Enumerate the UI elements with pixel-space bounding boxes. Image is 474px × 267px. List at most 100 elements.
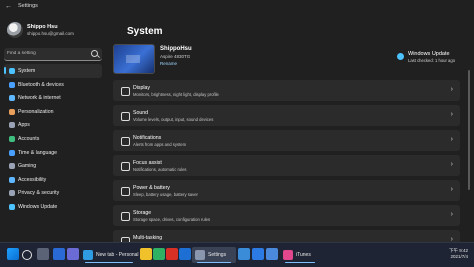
settings-cards: Display Monitors, brightness, night light… bbox=[113, 80, 460, 255]
scrollbar[interactable] bbox=[468, 70, 470, 190]
running-indicator bbox=[85, 261, 133, 263]
sidebar-item-label: Accounts bbox=[18, 135, 40, 142]
sidebar-item-time-language[interactable]: Time & language bbox=[4, 146, 102, 160]
taskbar-item-itunes[interactable]: iTunes bbox=[280, 247, 320, 263]
sidebar-item-accessibility[interactable]: Accessibility bbox=[4, 173, 102, 187]
taskbar-item-label: New tab - Personal - bbox=[96, 252, 142, 258]
sidebar-item-label: Accessibility bbox=[18, 176, 47, 183]
chevron-right-icon: › bbox=[450, 86, 453, 93]
sidebar-item-apps[interactable]: Apps bbox=[4, 118, 102, 132]
rename-link[interactable]: Rename bbox=[160, 61, 177, 66]
title-bar: ← Settings bbox=[0, 0, 474, 14]
itunes-icon bbox=[283, 250, 293, 260]
moon-icon bbox=[121, 162, 130, 171]
shield-icon bbox=[9, 190, 15, 197]
network-icon bbox=[9, 95, 15, 102]
store-icon[interactable] bbox=[179, 248, 191, 260]
main-content: System ShippoHsu Aspire 4830TG Rename Wi… bbox=[110, 14, 474, 251]
search-icon[interactable] bbox=[22, 250, 32, 260]
sidebar-item-label: Privacy & security bbox=[18, 190, 60, 197]
update-status: Last checked: 1 hour ago bbox=[408, 58, 456, 63]
card-title: Focus assist bbox=[133, 160, 162, 166]
chevron-right-icon: › bbox=[450, 136, 453, 143]
app-icon[interactable] bbox=[252, 248, 264, 260]
bell-icon bbox=[121, 137, 130, 146]
running-indicator bbox=[285, 261, 315, 263]
sidebar-item-label: Apps bbox=[18, 122, 30, 129]
settings-card-notifications[interactable]: Notifications Alerts from apps and system… bbox=[113, 130, 460, 151]
settings-card-power-battery[interactable]: Power & battery Sleep, battery usage, bat… bbox=[113, 180, 460, 201]
taskbar-item-settings[interactable]: Settings bbox=[192, 247, 236, 263]
card-subtitle: Storage space, drives, configuration rul… bbox=[133, 217, 211, 222]
card-subtitle: Monitors, brightness, night light, displ… bbox=[133, 92, 219, 97]
search-icon[interactable] bbox=[91, 50, 98, 57]
search-input[interactable] bbox=[7, 49, 87, 58]
sidebar-item-label: Personalization bbox=[18, 108, 54, 115]
card-title: Notifications bbox=[133, 135, 162, 141]
windows-update-link[interactable]: Windows Update bbox=[408, 51, 450, 57]
brush-icon bbox=[9, 108, 15, 115]
update-icon bbox=[397, 53, 404, 60]
chevron-right-icon: › bbox=[450, 186, 453, 193]
person-icon bbox=[9, 135, 15, 142]
photos-icon[interactable] bbox=[238, 248, 250, 260]
start-icon[interactable] bbox=[7, 248, 19, 260]
chrome-icon[interactable] bbox=[166, 248, 178, 260]
app-title: Settings bbox=[18, 3, 38, 9]
task-view-icon[interactable] bbox=[37, 248, 49, 260]
chat-icon[interactable] bbox=[67, 248, 79, 260]
taskbar-item-label: Settings bbox=[208, 252, 227, 258]
device-thumbnail bbox=[113, 44, 155, 74]
sidebar-item-windows-update[interactable]: Windows Update bbox=[4, 200, 102, 214]
controller-icon bbox=[9, 163, 15, 170]
search-box[interactable] bbox=[4, 48, 102, 61]
settings-window: ← Settings Shippo Hsu shippo.hsu@gmail.c… bbox=[0, 0, 474, 251]
update-icon bbox=[9, 203, 15, 210]
accessibility-icon bbox=[9, 176, 15, 183]
mail-icon[interactable] bbox=[266, 248, 278, 260]
display-icon bbox=[121, 87, 130, 96]
excel-icon[interactable] bbox=[153, 248, 165, 260]
sidebar-item-bluetooth-devices[interactable]: Bluetooth & devices bbox=[4, 78, 102, 92]
back-button[interactable]: ← bbox=[5, 3, 12, 10]
profile-email: shippo.hsu@gmail.com bbox=[27, 31, 74, 36]
settings-card-storage[interactable]: Storage Storage space, drives, configurat… bbox=[113, 205, 460, 226]
card-subtitle: Alerts from apps and system bbox=[133, 142, 187, 147]
settings-card-display[interactable]: Display Monitors, brightness, night light… bbox=[113, 80, 460, 101]
avatar bbox=[7, 22, 23, 38]
sidebar-item-gaming[interactable]: Gaming bbox=[4, 159, 102, 173]
sidebar-item-personalization[interactable]: Personalization bbox=[4, 105, 102, 119]
device-model: Aspire 4830TG bbox=[160, 54, 191, 59]
taskbar-item-label: iTunes bbox=[296, 252, 311, 258]
settings-icon bbox=[195, 250, 205, 260]
taskbar-item-edge[interactable]: New tab - Personal - bbox=[80, 247, 142, 263]
file-explorer-icon[interactable] bbox=[140, 248, 152, 260]
sidebar-nav: System Bluetooth & devices Network & inter… bbox=[4, 64, 102, 214]
widgets-icon[interactable] bbox=[53, 248, 65, 260]
sidebar: Shippo Hsu shippo.hsu@gmail.com System Bl… bbox=[0, 14, 108, 242]
sidebar-item-privacy-security[interactable]: Privacy & security bbox=[4, 186, 102, 200]
speaker-icon bbox=[121, 112, 130, 121]
sidebar-item-label: Bluetooth & devices bbox=[18, 81, 64, 88]
sidebar-item-accounts[interactable]: Accounts bbox=[4, 132, 102, 146]
card-title: Sound bbox=[133, 110, 149, 116]
sidebar-item-network-internet[interactable]: Network & internet bbox=[4, 91, 102, 105]
device-name: ShippoHsu bbox=[160, 46, 192, 52]
clock[interactable]: 下午 9:42 2021/7/4 bbox=[418, 248, 468, 259]
card-title: Display bbox=[133, 85, 151, 91]
chevron-right-icon: › bbox=[450, 111, 453, 118]
storage-icon bbox=[121, 212, 130, 221]
card-title: Power & battery bbox=[133, 185, 170, 191]
sidebar-item-label: Time & language bbox=[18, 149, 58, 156]
card-subtitle: Notifications, automatic rules bbox=[133, 167, 187, 172]
globe-icon bbox=[9, 149, 15, 156]
sidebar-item-system[interactable]: System bbox=[4, 64, 102, 78]
card-title: Multi-tasking bbox=[133, 235, 163, 241]
settings-card-sound[interactable]: Sound Volume levels, output, input, sound… bbox=[113, 105, 460, 126]
settings-card-focus-assist[interactable]: Focus assist Notifications, automatic rul… bbox=[113, 155, 460, 176]
sidebar-item-label: System bbox=[18, 68, 36, 74]
browser-icon bbox=[83, 250, 93, 260]
running-indicator bbox=[197, 261, 231, 263]
card-subtitle: Volume levels, output, input, sound devi… bbox=[133, 117, 214, 122]
taskbar: New tab - Personal - Settings iTunes 下午 … bbox=[0, 242, 474, 267]
